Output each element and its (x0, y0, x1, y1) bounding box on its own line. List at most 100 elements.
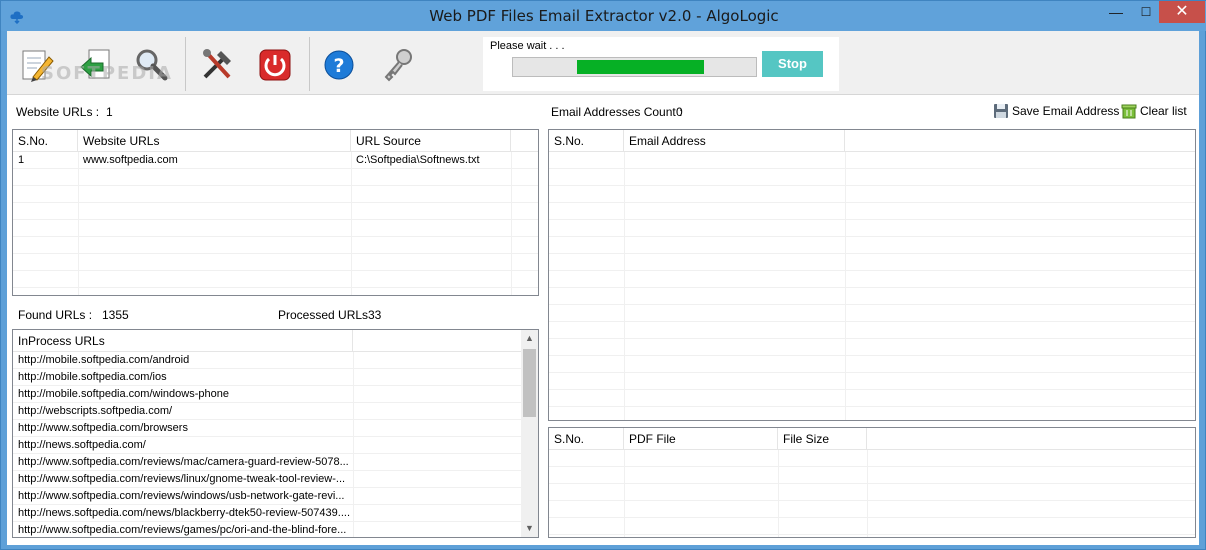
list-item[interactable]: http://www.softpedia.com/reviews/games/p… (13, 522, 523, 537)
grid-header: S.No. PDF File File Size (549, 428, 1195, 450)
softpedia-watermark: SOFTPEDIA (41, 63, 173, 84)
list-item[interactable]: http://www.softpedia.com/reviews/mac/cam… (13, 454, 523, 471)
scroll-thumb[interactable] (523, 349, 536, 417)
column-header-sno[interactable]: S.No. (13, 130, 78, 152)
toolbar-separator (309, 37, 310, 91)
list-item[interactable]: http://mobile.softpedia.com/android (13, 352, 523, 369)
maximize-button[interactable]: ☐ (1131, 1, 1161, 23)
progress-fill (577, 60, 704, 74)
save-email-button[interactable]: Save Email Address (993, 103, 1119, 119)
column-header-sno[interactable]: S.No. (549, 428, 624, 450)
inprocess-url: http://mobile.softpedia.com/android (18, 354, 190, 366)
window-title: Web PDF Files Email Extractor v2.0 - Alg… (429, 7, 779, 25)
inprocess-url: http://mobile.softpedia.com/windows-phon… (18, 388, 229, 400)
empty-row (13, 220, 538, 237)
pdf-files-grid[interactable]: S.No. PDF File File Size (548, 427, 1196, 538)
svg-text:?: ? (333, 55, 344, 77)
found-urls-count: 1355 (102, 308, 129, 322)
empty-row (13, 186, 538, 203)
processed-urls-label: Processed URLs (278, 308, 369, 322)
column-header-url-source[interactable]: URL Source (351, 130, 511, 152)
empty-row (549, 373, 1195, 390)
key-icon[interactable] (377, 45, 417, 85)
empty-row (549, 152, 1195, 169)
close-button[interactable]: ✕ (1159, 1, 1205, 23)
empty-row (549, 339, 1195, 356)
empty-row (549, 254, 1195, 271)
please-wait-label: Please wait . . . (490, 40, 565, 52)
list-item[interactable]: http://mobile.softpedia.com/ios (13, 369, 523, 386)
inprocess-url: http://webscripts.softpedia.com/ (18, 405, 173, 417)
title-bar: Web PDF Files Email Extractor v2.0 - Alg… (1, 1, 1206, 31)
empty-row (549, 237, 1195, 254)
empty-row (549, 390, 1195, 407)
empty-row (549, 501, 1195, 518)
list-item[interactable]: http://www.softpedia.com/reviews/linux/g… (13, 471, 523, 488)
column-header-pdf-file[interactable]: PDF File (624, 428, 778, 450)
inprocess-url: http://www.softpedia.com/reviews/mac/cam… (18, 456, 349, 468)
grid-header: S.No. Email Address (549, 130, 1195, 152)
toolbar: ? SOFTPEDIA Please wait . . . Stop (7, 31, 1199, 95)
save-email-label: Save Email Address (1012, 104, 1120, 118)
help-icon[interactable]: ? (319, 45, 359, 85)
empty-row (549, 407, 1195, 420)
scroll-up-icon[interactable]: ▲ (521, 330, 538, 347)
empty-row (13, 254, 538, 271)
website-urls-grid[interactable]: S.No. Website URLs URL Source 1 www.soft… (12, 129, 539, 296)
settings-tools-icon[interactable] (197, 45, 237, 85)
scroll-down-icon[interactable]: ▼ (521, 520, 538, 537)
empty-row (13, 237, 538, 254)
email-grid[interactable]: S.No. Email Address (548, 129, 1196, 421)
processed-urls-count: 33 (368, 308, 382, 322)
column-header-inprocess-urls[interactable]: InProcess URLs (13, 330, 353, 352)
empty-row (549, 220, 1195, 237)
empty-row (549, 186, 1195, 203)
list-item[interactable]: http://webscripts.softpedia.com/ (13, 403, 523, 420)
empty-row (549, 271, 1195, 288)
inprocess-url: http://news.softpedia.com/ (18, 439, 146, 451)
email-count-value: 0 (676, 105, 683, 119)
inprocess-url: http://www.softpedia.com/reviews/games/p… (18, 524, 347, 536)
list-item[interactable]: http://news.softpedia.com/ (13, 437, 523, 454)
inprocess-urls-grid[interactable]: InProcess URLs http://mobile.softpedia.c… (12, 329, 539, 538)
clear-list-button[interactable]: Clear list (1121, 103, 1187, 119)
save-disk-icon (994, 104, 1008, 118)
inprocess-url: http://www.softpedia.com/browsers (18, 422, 188, 434)
empty-row (13, 271, 538, 288)
app-window: Web PDF Files Email Extractor v2.0 - Alg… (0, 0, 1206, 550)
website-urls-count: 1 (106, 105, 113, 119)
minimize-button[interactable]: — (1101, 1, 1131, 23)
power-icon[interactable] (255, 45, 295, 85)
clear-list-icon (1121, 104, 1137, 119)
table-row[interactable]: 1 www.softpedia.com C:\Softpedia\Softnew… (13, 152, 538, 169)
toolbar-separator (185, 37, 186, 91)
list-item[interactable]: http://mobile.softpedia.com/windows-phon… (13, 386, 523, 403)
cell-website-url: www.softpedia.com (83, 154, 178, 166)
column-header-file-size[interactable]: File Size (778, 428, 867, 450)
grid-header: InProcess URLs (13, 330, 523, 352)
inprocess-url: http://mobile.softpedia.com/ios (18, 371, 167, 383)
column-header-website-urls[interactable]: Website URLs (78, 130, 351, 152)
column-header-sno[interactable]: S.No. (549, 130, 624, 152)
list-item[interactable]: http://www.softpedia.com/browsers (13, 420, 523, 437)
stop-button[interactable]: Stop (762, 51, 823, 77)
grid-header: S.No. Website URLs URL Source (13, 130, 538, 152)
progress-panel: Please wait . . . Stop (483, 37, 839, 91)
cell-sno: 1 (18, 154, 25, 166)
list-item[interactable]: http://news.softpedia.com/news/blackberr… (13, 505, 523, 522)
inprocess-url: http://www.softpedia.com/reviews/linux/g… (18, 473, 346, 485)
empty-row (549, 518, 1195, 535)
found-urls-label: Found URLs : (18, 308, 93, 322)
column-header-email-address[interactable]: Email Address (624, 130, 845, 152)
inprocess-url: http://news.softpedia.com/news/blackberr… (18, 507, 350, 519)
list-item[interactable]: http://www.softpedia.com/reviews/windows… (13, 488, 523, 505)
cell-url-source: C:\Softpedia\Softnews.txt (356, 154, 480, 166)
inprocess-url: http://www.softpedia.com/reviews/windows… (18, 490, 345, 502)
empty-row (549, 288, 1195, 305)
client-area: ? SOFTPEDIA Please wait . . . Stop Websi… (7, 31, 1199, 545)
clear-list-label: Clear list (1140, 104, 1187, 118)
vertical-scrollbar[interactable]: ▲ ▼ (521, 330, 538, 537)
empty-row (549, 450, 1195, 467)
empty-row (549, 305, 1195, 322)
empty-row (549, 169, 1195, 186)
